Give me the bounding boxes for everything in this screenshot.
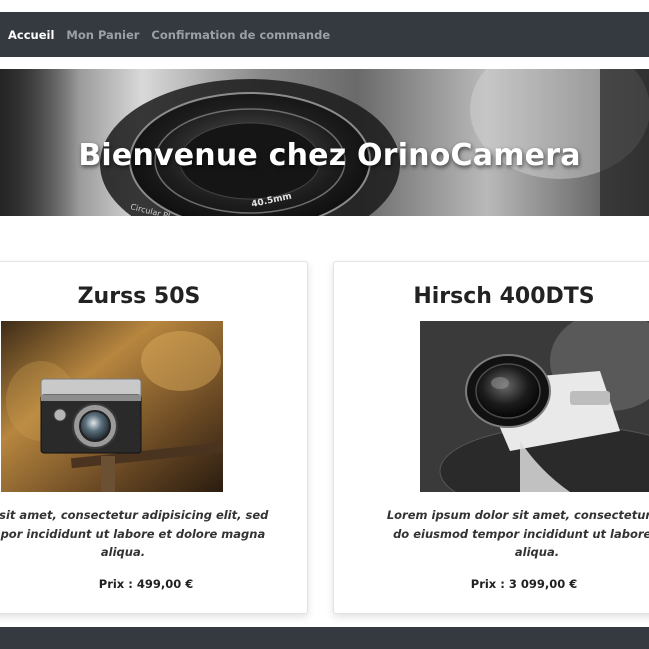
description-line: empor incididunt ut labore et dolore mag… [0, 526, 266, 541]
product-card-zurss-50s[interactable]: Zurss 50S lor sit amet, consectetur adip… [0, 261, 308, 614]
description-line: lor sit amet, consectetur adipisicing el… [0, 508, 269, 522]
product-price: Prix : 3 099,00 € [470, 577, 578, 591]
product-description: Lorem ipsum dolor sit amet, consectetur … [344, 506, 649, 562]
description-line: do eiusmod tempor incididunt ut labore e… [393, 526, 649, 541]
hero-banner: Circular PL 40.5mm Bienvenue chez OrinoC… [0, 69, 649, 216]
product-title: Hirsch 400DTS [413, 284, 595, 309]
description-line: Lorem ipsum dolor sit amet, consectetur … [386, 508, 649, 522]
product-card-hirsch-400dts[interactable]: Hirsch 400DTS Lorem ipsum dolor sit amet… [333, 261, 649, 614]
product-title: Zurss 50S [77, 284, 201, 309]
product-image-mirrorless-camera [420, 321, 649, 492]
product-price: Prix : 499,00 € [98, 577, 194, 591]
nav-link-mon-panier[interactable]: Mon Panier [66, 28, 139, 42]
product-image-vintage-camera [1, 321, 223, 492]
top-navbar: Accueil Mon Panier Confirmation de comma… [0, 12, 649, 57]
nav-link-confirmation[interactable]: Confirmation de commande [151, 28, 330, 42]
footer-bar [0, 627, 649, 649]
description-line: aliqua. [100, 545, 146, 559]
hero-title: Bienvenue chez OrinoCamera [78, 138, 581, 173]
nav-link-accueil[interactable]: Accueil [8, 28, 54, 42]
description-line: aliqua. [514, 545, 560, 559]
product-description: lor sit amet, consectetur adipisicing el… [0, 506, 307, 562]
